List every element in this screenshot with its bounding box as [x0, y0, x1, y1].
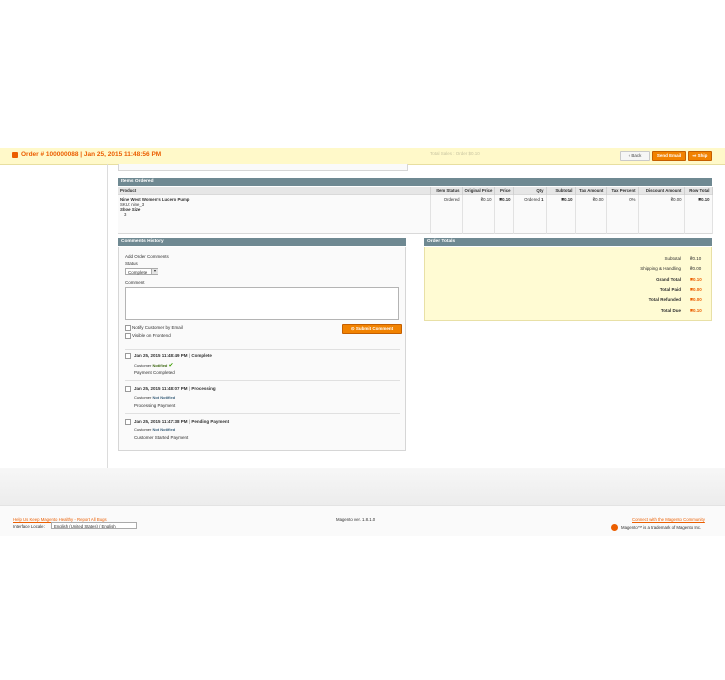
check-icon: ✔: [168, 363, 174, 369]
history-status: Complete: [191, 353, 212, 358]
total-value-refunded: ₴0.00: [690, 297, 702, 302]
total-label-paid: Total Paid: [659, 287, 681, 292]
page-bottom-band: [0, 468, 725, 505]
total-value-grand: ₴0.10: [690, 277, 702, 282]
history-checkbox[interactable]: [125, 353, 131, 359]
qty-cell: Ordered 1: [513, 194, 547, 234]
history-checkbox[interactable]: [125, 386, 131, 392]
add-comments-label: Add Order Comments: [125, 254, 169, 259]
subtotal-cell: ₴0.10: [546, 194, 576, 234]
send-email-button[interactable]: Send Email: [652, 151, 686, 161]
locale-label: Interface Locale:: [13, 524, 45, 529]
col-discount-amount: Discount Amount: [638, 187, 685, 195]
col-row-total: Row Total: [684, 187, 713, 195]
row-total-cell: ₴0.10: [684, 194, 713, 234]
header-faded-text: Total Sales : Order $0.10: [430, 151, 480, 156]
col-product: Product: [118, 187, 431, 195]
total-value-due: ₴0.10: [690, 308, 702, 313]
magento-version: Magento ver. 1.8.1.0: [336, 517, 376, 522]
col-tax-percent: Tax Percent: [606, 187, 639, 195]
order-icon: [12, 152, 18, 158]
history-note-1: Payment Completed: [134, 370, 175, 375]
page-title: Order # 100000088 | Jan 25, 2015 11:48:5…: [21, 151, 162, 158]
history-checkbox[interactable]: [125, 419, 131, 425]
status-label: Status: [125, 261, 138, 266]
history-note-2: Processing Payment: [134, 403, 176, 408]
magento-logo-icon: [611, 524, 618, 531]
discount-cell: ₴0.00: [638, 194, 685, 234]
history-entry-3: Jan 25, 2015 11:47:38 PM | Pending Payme…: [134, 419, 230, 424]
items-table: Product Item Status Original Price Price…: [118, 187, 713, 234]
history-divider: [125, 413, 400, 414]
product-cell: Nine West Women's Lucero Pump SKU: nine_…: [118, 194, 431, 234]
history-divider: [125, 349, 400, 350]
history-note-3: Customer Started Payment: [134, 435, 189, 440]
history-notify-2: Customer Not Notified: [134, 395, 176, 400]
qty-value: 1: [541, 197, 544, 202]
total-label-shipping: Shipping & Handling: [640, 266, 681, 271]
history-date: Jan 25, 2015 11:48:07 PM: [134, 386, 188, 391]
col-subtotal: Subtotal: [546, 187, 576, 195]
order-totals-head: Order Totals: [424, 238, 712, 246]
locale-select[interactable]: English (United States) / English: [51, 522, 137, 529]
back-button[interactable]: ‹ Back: [620, 151, 650, 161]
original-price-cell: ₴0.10: [462, 194, 495, 234]
qty-label: Ordered: [524, 197, 540, 202]
info-box-remnant: [118, 164, 408, 171]
notify-checkbox[interactable]: [125, 325, 131, 331]
submit-comment-button[interactable]: ⊙ Submit Comment: [342, 324, 402, 334]
history-divider: [125, 380, 400, 381]
history-status: Pending Payment: [191, 419, 230, 424]
column-divider: [107, 164, 108, 468]
col-original-price: Original Price: [462, 187, 495, 195]
notify-label: Notify Customer by Email: [132, 325, 183, 330]
history-status: Processing: [191, 386, 216, 391]
total-label-subtotal: Subtotal: [664, 256, 681, 261]
chevron-down-icon[interactable]: ▼: [151, 269, 158, 274]
history-notify-3: Customer Not Notified: [134, 427, 176, 432]
tax-percent-cell: 0%: [606, 194, 639, 234]
tax-amount-cell: ₴0.00: [575, 194, 607, 234]
visible-checkbox[interactable]: [125, 333, 131, 339]
comment-label: Comment: [125, 280, 145, 285]
col-price: Price: [494, 187, 514, 195]
total-label-refunded: Total Refunded: [648, 297, 681, 302]
total-label-grand: Grand Total: [656, 277, 681, 282]
items-header-row: Product Item Status Original Price Price…: [118, 187, 713, 195]
item-status-cell: Ordered: [430, 194, 463, 234]
col-qty: Qty: [513, 187, 547, 195]
community-link[interactable]: Connect with the Magento Community: [632, 517, 705, 522]
items-ordered-head: Items Ordered: [118, 178, 712, 186]
trademark-text: Magento™ is a trademark of Magento Inc.: [621, 525, 702, 530]
visible-label: Visible on Frontend: [132, 333, 171, 338]
history-entry-1: Jan 25, 2015 11:48:49 PM | Complete: [134, 353, 212, 358]
history-notify-1: Customer Notified ✔: [134, 363, 174, 369]
history-date: Jan 25, 2015 11:48:49 PM: [134, 353, 188, 358]
total-label-due: Total Due: [660, 308, 681, 313]
table-row: Nine West Women's Lucero Pump SKU: nine_…: [118, 194, 713, 234]
ship-button[interactable]: ⇨ Ship: [688, 151, 712, 161]
total-value-shipping: ₴0.00: [690, 266, 702, 271]
total-value-paid: ₴0.00: [690, 287, 702, 292]
comment-textarea[interactable]: [125, 287, 399, 320]
col-tax-amount: Tax Amount: [575, 187, 607, 195]
history-entry-2: Jan 25, 2015 11:48:07 PM | Processing: [134, 386, 216, 391]
price-cell: ₴0.10: [494, 194, 514, 234]
comments-history-head: Comments History: [118, 238, 406, 246]
total-value-subtotal: ₴0.10: [690, 256, 702, 261]
option-value: 3: [124, 212, 127, 217]
col-item-status: Item Status: [430, 187, 463, 195]
history-date: Jan 25, 2015 11:47:38 PM: [134, 419, 188, 424]
